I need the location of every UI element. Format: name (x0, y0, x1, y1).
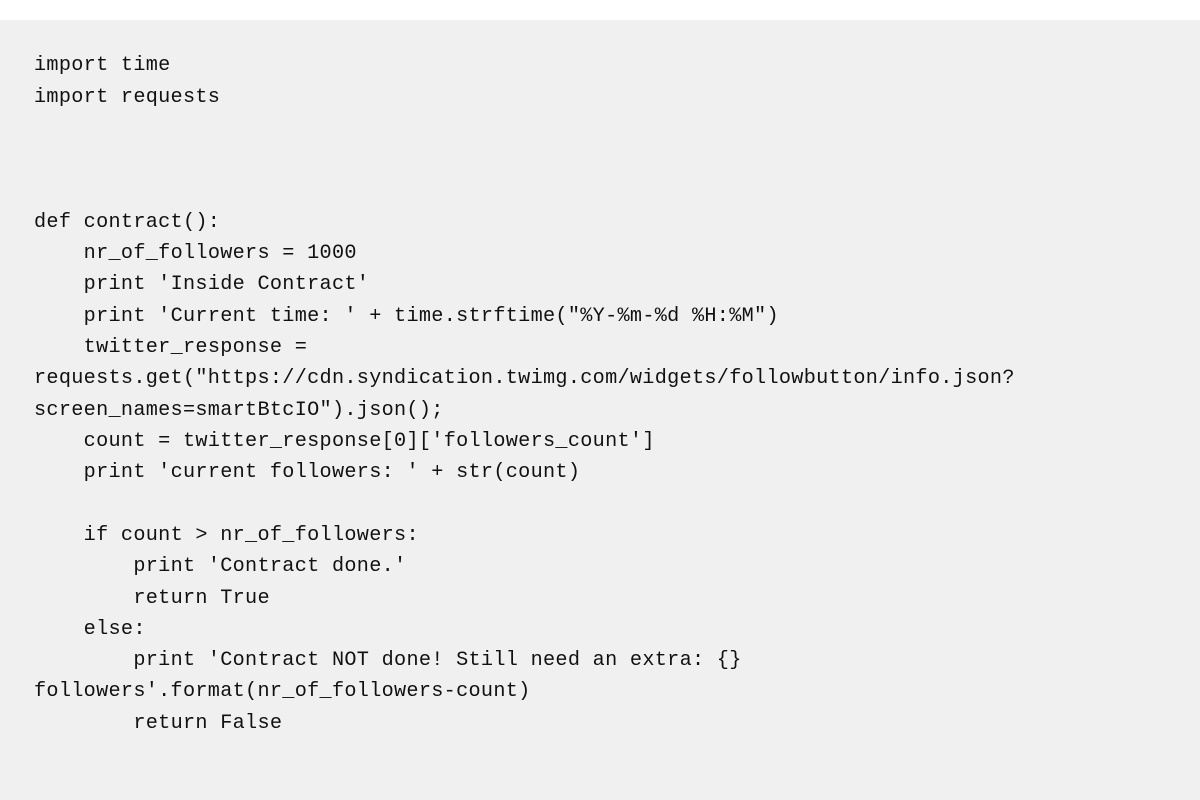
code-snippet: import time import requests def contract… (0, 20, 1200, 800)
